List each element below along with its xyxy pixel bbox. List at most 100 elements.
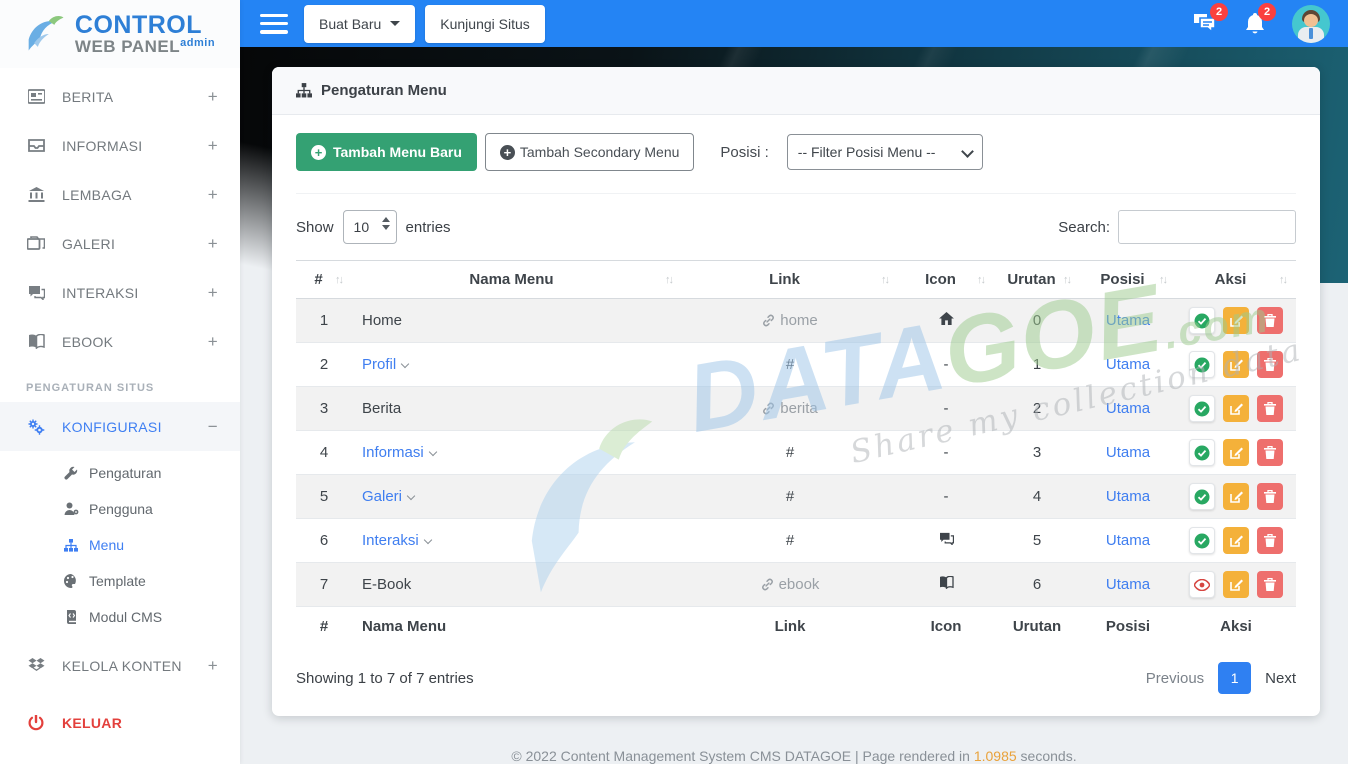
edit-icon [1230,490,1243,503]
edit-icon [1230,358,1243,371]
submenu-item-template[interactable]: Template [0,563,240,599]
sidebar-item-konfigurasi[interactable]: KONFIGURASI − [0,402,240,451]
notifications-button[interactable]: 2 [1244,12,1266,36]
submenu-item-label: Template [89,573,146,589]
user-avatar[interactable] [1292,5,1330,43]
delete-button[interactable] [1257,527,1283,554]
edit-button[interactable] [1223,351,1249,378]
status-active-button[interactable] [1189,351,1215,378]
row-actions [1176,475,1296,519]
delete-button[interactable] [1257,307,1283,334]
sidebar-item-galeri[interactable]: GALERI + [0,219,240,268]
delete-button[interactable] [1257,351,1283,378]
page-footer: © 2022 Content Management System CMS DAT… [240,748,1348,764]
column-header-link[interactable]: Link↑↓ [682,261,898,299]
brand-logo[interactable]: CONTROL WEB PANELadmin [0,0,240,68]
page-length-select[interactable]: 10 [343,210,397,244]
previous-page-button[interactable]: Previous [1146,670,1204,687]
sidebar-item-interaksi[interactable]: INTERAKSI + [0,268,240,317]
next-page-button[interactable]: Next [1265,670,1296,687]
search-label: Search: [1058,219,1110,236]
position-link[interactable]: Utama [1106,532,1150,549]
status-active-button[interactable] [1189,483,1215,510]
menu-link: ebook [682,563,898,607]
chevron-down-icon [407,492,415,500]
position-link[interactable]: Utama [1106,488,1150,505]
menu-name-link[interactable]: Galeri [362,488,402,505]
sidebar-item-ebook[interactable]: EBOOK + [0,317,240,366]
position-link[interactable]: Utama [1106,312,1150,329]
position-link[interactable]: Utama [1106,400,1150,417]
column-header-aksi[interactable]: Aksi↑↓ [1176,261,1296,299]
page-1-button[interactable]: 1 [1218,662,1251,694]
sidebar-item-label: BERITA [62,89,208,105]
column-header-urutan[interactable]: Urutan↑↓ [994,261,1080,299]
sidebar-item-label: INTERAKSI [62,285,208,301]
sidebar-item-berita[interactable]: BERITA + [0,72,240,121]
edit-button[interactable] [1223,483,1249,510]
delete-button[interactable] [1257,439,1283,466]
sort-icon: ↑↓ [881,274,888,286]
messages-button[interactable]: 2 [1192,12,1218,36]
collapse-minus-icon: − [208,417,218,437]
menu-name: E-Book [352,563,682,607]
position-link[interactable]: Utama [1106,356,1150,373]
menu-name-link[interactable]: Profil [362,356,396,373]
delete-button[interactable] [1257,483,1283,510]
submenu-item-modul-cms[interactable]: Modul CMS [0,599,240,635]
table-row: 4 Informasi # - 3 Utama [296,431,1296,475]
status-hidden-button[interactable] [1189,571,1215,598]
column-header-num[interactable]: #↑↓ [296,261,352,299]
status-active-button[interactable] [1189,527,1215,554]
create-new-button[interactable]: Buat Baru [304,5,415,43]
footer-col-icon: Icon [898,607,994,647]
position-link[interactable]: Utama [1106,444,1150,461]
entries-label: entries [406,219,451,236]
status-active-button[interactable] [1189,439,1215,466]
card-body: DATAGOE.com Share my collection data + T… [272,115,1320,716]
submenu-item-pengaturan[interactable]: Pengaturan [0,455,240,491]
sidebar-item-label: INFORMASI [62,138,208,154]
submenu-item-pengguna[interactable]: Pengguna [0,491,240,527]
sidebar-item-keluar[interactable]: KELUAR [0,698,240,747]
edit-button[interactable] [1223,527,1249,554]
column-header-nama-menu[interactable]: Nama Menu↑↓ [352,261,682,299]
menu-name-link[interactable]: Interaksi [362,532,419,549]
sidebar-item-kelola-konten[interactable]: KELOLA KONTEN + [0,641,240,690]
sidebar-item-informasi[interactable]: INFORMASI + [0,121,240,170]
row-actions [1176,563,1296,607]
menu-position: Utama [1080,519,1176,563]
edit-button[interactable] [1223,307,1249,334]
hamburger-menu-icon[interactable] [260,14,288,34]
delete-button[interactable] [1257,571,1283,598]
row-actions [1176,431,1296,475]
menu-position: Utama [1080,387,1176,431]
submenu-item-menu[interactable]: Menu [0,527,240,563]
submenu-item-label: Pengaturan [89,465,161,481]
column-header-icon[interactable]: Icon↑↓ [898,261,994,299]
menu-order: 4 [994,475,1080,519]
position-filter-select[interactable]: -- Filter Posisi Menu -- [787,134,983,170]
status-active-button[interactable] [1189,395,1215,422]
sidebar-item-label: KELUAR [62,715,218,731]
topbar: Buat Baru Kunjungi Situs 2 2 [240,0,1348,47]
visit-site-button[interactable]: Kunjungi Situs [425,5,545,43]
column-header-posisi[interactable]: Posisi↑↓ [1080,261,1176,299]
menu-name-link[interactable]: Informasi [362,444,424,461]
add-menu-label: Tambah Menu Baru [333,144,462,160]
trash-icon [1264,314,1276,327]
row-actions [1176,387,1296,431]
inbox-icon [26,138,46,154]
sort-icon: ↑↓ [1279,274,1286,286]
add-secondary-menu-button[interactable]: + Tambah Secondary Menu [485,133,695,171]
position-link[interactable]: Utama [1106,576,1150,593]
delete-button[interactable] [1257,395,1283,422]
edit-button[interactable] [1223,395,1249,422]
sidebar-item-lembaga[interactable]: LEMBAGA + [0,170,240,219]
edit-button[interactable] [1223,439,1249,466]
sitemap-icon [296,83,312,98]
status-active-button[interactable] [1189,307,1215,334]
search-input[interactable] [1118,210,1296,244]
add-menu-button[interactable]: + Tambah Menu Baru [296,133,477,171]
edit-button[interactable] [1223,571,1249,598]
